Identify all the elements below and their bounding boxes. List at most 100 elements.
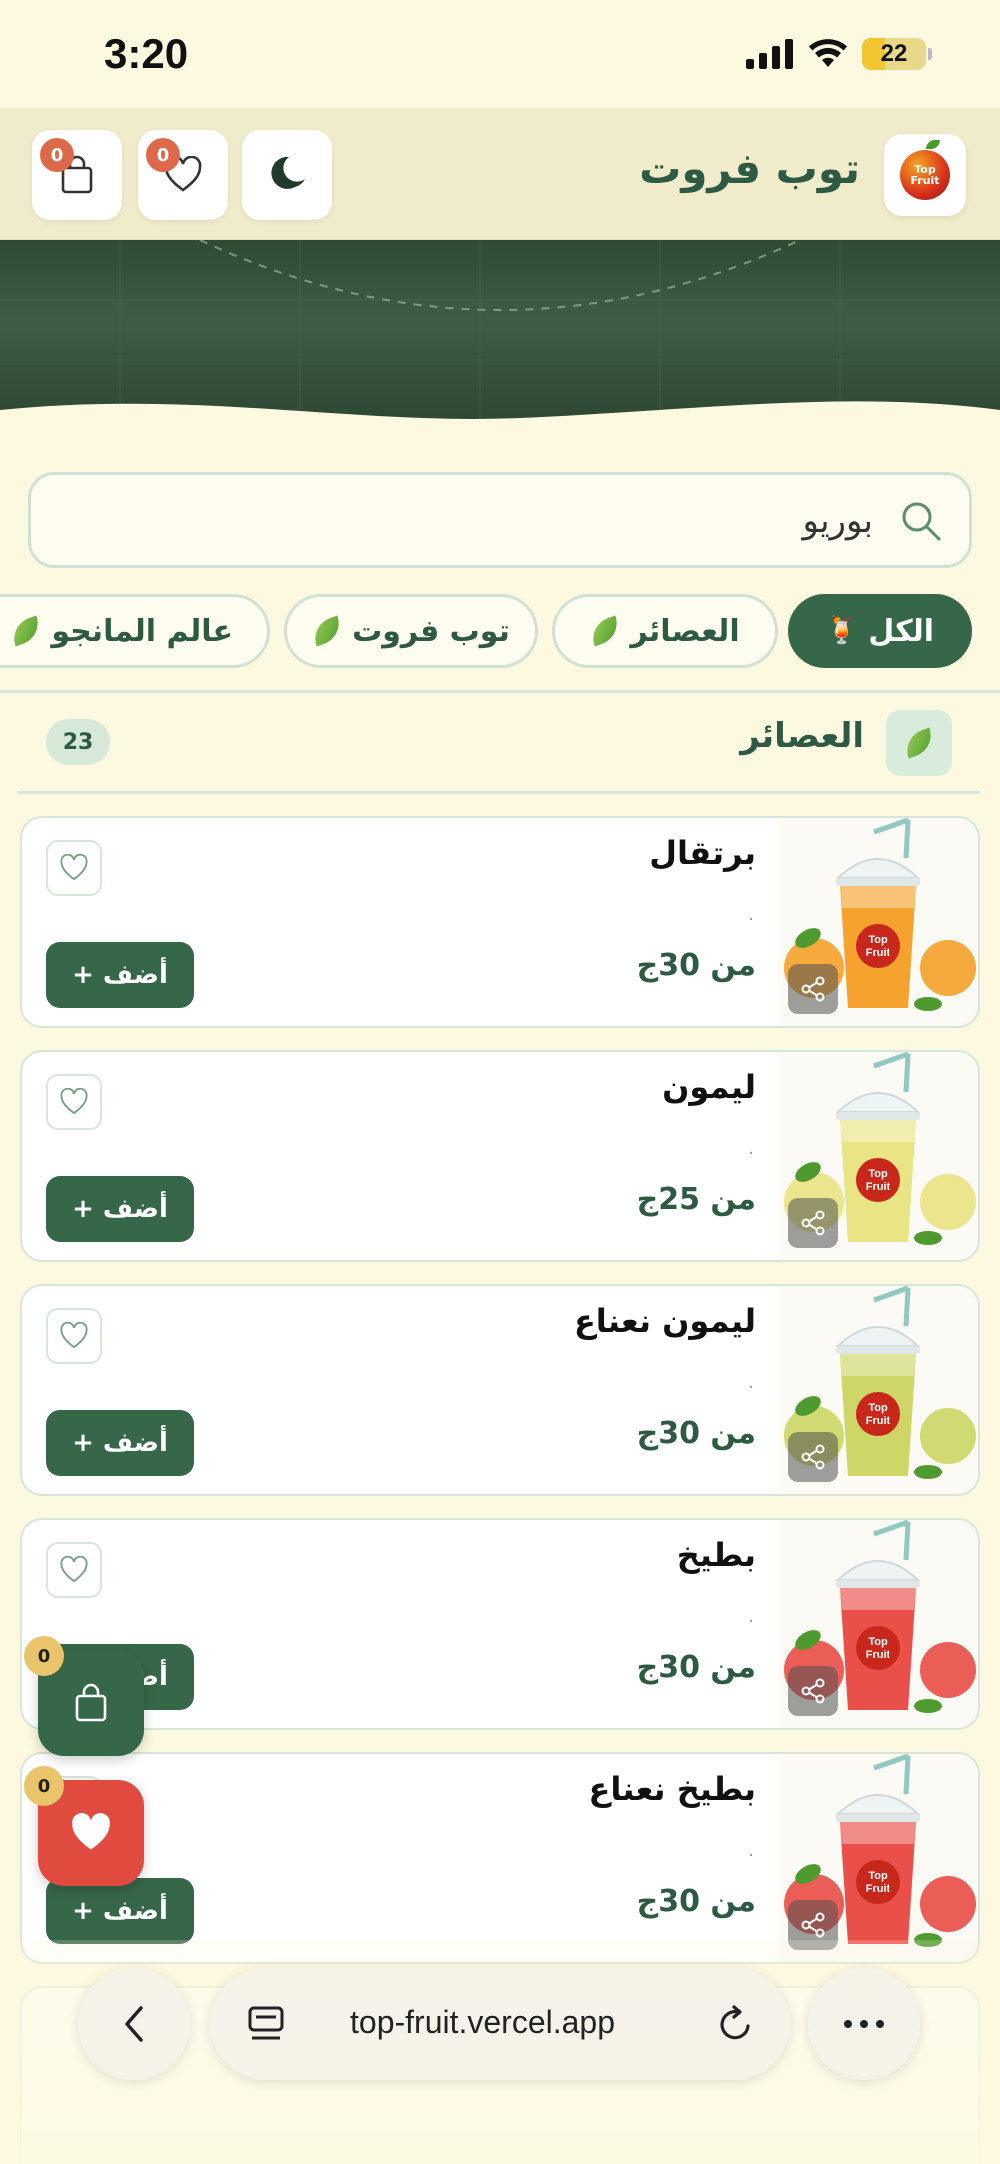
share-icon: [801, 1912, 825, 1938]
app-logo[interactable]: Top Fruit: [884, 134, 966, 216]
floating-favorites-button[interactable]: 0: [24, 1766, 144, 1886]
product-description: .: [748, 1138, 754, 1159]
svg-text:Fruit: Fruit: [866, 1181, 891, 1193]
svg-text:Fruit: Fruit: [866, 947, 891, 959]
shopping-bag-icon: [75, 1683, 107, 1722]
header-favorites-badge: 0: [146, 138, 180, 172]
svg-text:Top: Top: [868, 1402, 888, 1414]
svg-text:Top: Top: [868, 934, 888, 946]
add-to-cart-button[interactable]: + أضف: [46, 1878, 194, 1944]
divider: [0, 690, 1000, 693]
hero-pattern: [0, 240, 1000, 440]
browser-more-button[interactable]: [808, 1968, 920, 2080]
heart-icon: [72, 1813, 110, 1850]
battery-level: 22: [880, 40, 908, 67]
search-input[interactable]: بوريو: [28, 472, 972, 568]
leaf-icon: [587, 615, 624, 647]
share-button[interactable]: [788, 1666, 838, 1716]
juice-glass-icon: 🍹: [825, 616, 859, 646]
svg-text:Fruit: Fruit: [866, 1649, 891, 1661]
browser-back-button[interactable]: [78, 1968, 190, 2080]
product-price: من 30ج: [636, 1884, 756, 1919]
share-icon: [801, 976, 825, 1002]
add-to-favorites-button[interactable]: [46, 840, 102, 896]
add-to-cart-button[interactable]: + أضف: [46, 1410, 194, 1476]
filter-chip-juices[interactable]: العصائر: [552, 594, 778, 668]
browser-address-bar[interactable]: top-fruit.vercel.app: [210, 1968, 790, 2080]
svg-text:Top: Top: [868, 1870, 888, 1882]
product-price: من 25ج: [636, 1182, 756, 1217]
signal-icon: [746, 39, 793, 69]
svg-text:Top: Top: [868, 1168, 888, 1180]
share-button[interactable]: [788, 964, 838, 1014]
product-description: .: [748, 1372, 754, 1393]
product-name: بطيخ نعناع: [588, 1770, 756, 1808]
logo-apple-icon: Top Fruit: [900, 140, 950, 200]
add-to-cart-button[interactable]: + أضف: [46, 1176, 194, 1242]
filter-chip-mango-world[interactable]: عالم المانجو: [0, 594, 270, 668]
product-card[interactable]: Top Fruit بطيخ . من 30ج: [20, 1518, 980, 1730]
heart-outline-icon: [60, 1322, 88, 1349]
product-price: من 30ج: [636, 1416, 756, 1451]
add-to-favorites-button[interactable]: [46, 1074, 102, 1130]
product-description: .: [748, 904, 754, 925]
section-leaf-icon: [886, 710, 952, 776]
more-dots-icon: [844, 2020, 884, 2028]
category-filters: 🍹 الكل العصائر توب فروت عالم المانجو: [0, 592, 1000, 672]
share-icon: [801, 1210, 825, 1236]
product-price: من 30ج: [636, 948, 756, 983]
heart-outline-icon: [60, 1088, 88, 1115]
moon-icon: [271, 156, 305, 189]
product-price: من 30ج: [636, 1650, 756, 1685]
header-cart-badge: 0: [40, 138, 74, 172]
app-header: Top Fruit توب فروت 0 0: [0, 108, 1000, 240]
share-button[interactable]: [788, 1198, 838, 1248]
product-card[interactable]: Top Fruit ليمون . من 25ج + أضف: [20, 1050, 980, 1262]
share-icon: [801, 1678, 825, 1704]
status-icons: 22: [746, 38, 932, 70]
product-description: .: [748, 1840, 754, 1861]
status-bar: 3:20 22: [0, 0, 1000, 108]
section-title: العصائر: [740, 716, 864, 756]
reload-icon[interactable]: [716, 2004, 756, 2044]
add-to-favorites-button[interactable]: [46, 1308, 102, 1364]
search-icon: [902, 502, 941, 541]
heart-outline-icon: [60, 854, 88, 881]
heart-outline-icon: [60, 1556, 88, 1583]
filter-chip-top-fruit[interactable]: توب فروت: [284, 594, 538, 668]
status-time: 3:20: [104, 30, 189, 77]
svg-text:Fruit: Fruit: [866, 1883, 891, 1895]
product-description: .: [748, 1606, 754, 1627]
browser-toolbar: top-fruit.vercel.app: [0, 1968, 1000, 2088]
page-tabs-icon: [248, 2006, 284, 2040]
floating-cart-badge: 0: [24, 1636, 64, 1676]
add-to-cart-button[interactable]: + أضف: [46, 942, 194, 1008]
chevron-left-icon: [125, 2006, 143, 2042]
hero-banner: [0, 240, 1000, 440]
floating-favorites-badge: 0: [24, 1766, 64, 1806]
leaf-icon: [309, 615, 345, 647]
product-name: بطيخ: [676, 1536, 756, 1574]
app-title: توب فروت: [639, 144, 860, 193]
theme-toggle-button[interactable]: [242, 130, 332, 220]
add-to-favorites-button[interactable]: [46, 1542, 102, 1598]
header-favorites-button[interactable]: 0: [138, 130, 228, 220]
header-cart-button[interactable]: 0: [32, 130, 122, 220]
filter-chip-all[interactable]: 🍹 الكل: [788, 594, 972, 668]
section-divider: [18, 791, 980, 794]
share-icon: [801, 1444, 825, 1470]
product-card[interactable]: Top Fruit بطيخ نعناع . من 30ج + أضف: [20, 1752, 980, 1964]
battery-indicator: 22: [862, 38, 926, 70]
section-count-badge: 23: [46, 719, 110, 765]
leaf-icon: [8, 615, 45, 647]
svg-text:Top: Top: [868, 1636, 888, 1648]
product-name: ليمون: [662, 1068, 756, 1106]
floating-cart-button[interactable]: 0: [24, 1636, 144, 1756]
svg-text:Fruit: Fruit: [866, 1415, 891, 1427]
product-name: برتقال: [649, 834, 756, 872]
share-button[interactable]: [788, 1432, 838, 1482]
product-card[interactable]: Top Fruit برتقال . من 30ج + أضف: [20, 816, 980, 1028]
search-value: بوريو: [802, 501, 873, 541]
product-card[interactable]: Top Fruit ليمون نعناع . من 30ج + أضف: [20, 1284, 980, 1496]
product-name: ليمون نعناع: [573, 1302, 756, 1340]
